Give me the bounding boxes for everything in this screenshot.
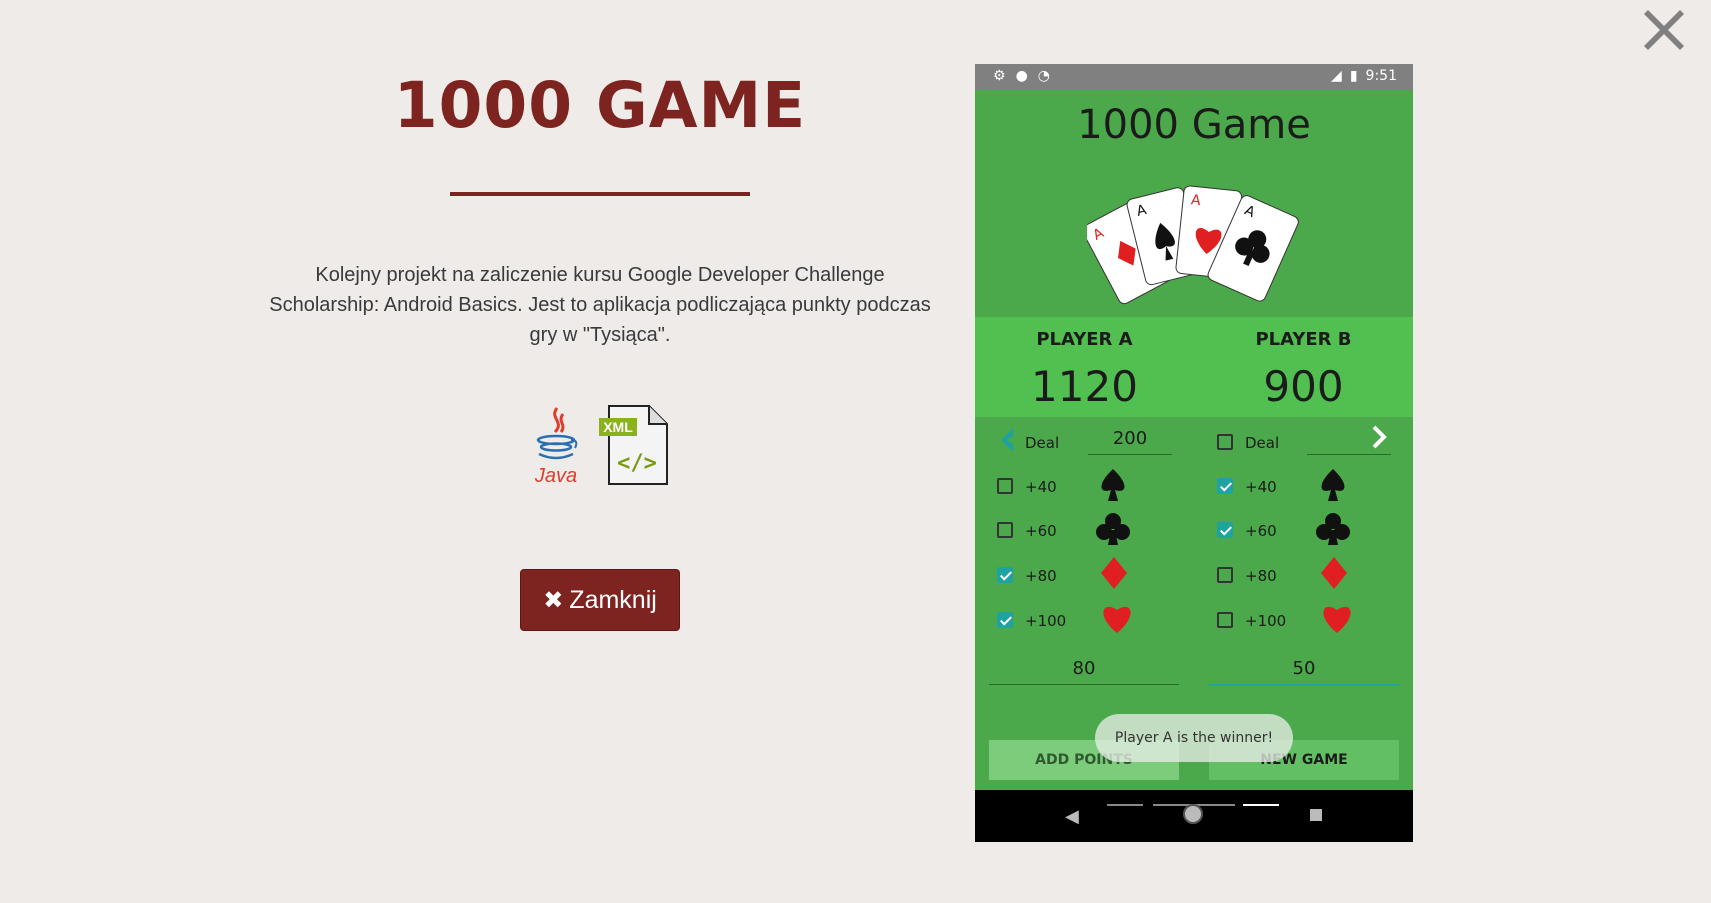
xml-label: XML <box>603 419 633 435</box>
player-a-bonus-100-checkbox[interactable] <box>997 612 1013 628</box>
player-a-points-input[interactable]: 80 <box>989 658 1179 685</box>
player-b-deal-label: Deal <box>1245 434 1280 452</box>
page-title: 1000 GAME <box>393 69 807 142</box>
project-description: Kolejny projekt na zaliczenie kursu Goog… <box>269 264 931 346</box>
app-title: 1000 Game <box>1077 102 1311 148</box>
player-b-bonus-80-checkbox[interactable] <box>1217 567 1233 583</box>
player-b-bonus-80-label: +80 <box>1245 567 1277 585</box>
close-icon[interactable] <box>1640 6 1688 54</box>
gear-icon: ⚙ <box>993 68 1006 84</box>
player-a-deal-input[interactable]: 200 <box>1088 428 1172 455</box>
chevron-right-icon[interactable] <box>1371 424 1387 454</box>
page-indicator-dash <box>1107 804 1143 806</box>
player-b-bonus-100-checkbox[interactable] <box>1217 612 1233 628</box>
wifi-icon: ◔ <box>1037 68 1050 84</box>
close-icon: ✖ <box>543 586 564 614</box>
player-b-panel: PLAYER B 900 <box>1194 329 1413 411</box>
playing-cards-icon: A A A A <box>1082 170 1303 314</box>
winner-toast: Player A is the winner! <box>1095 714 1293 762</box>
back-icon[interactable]: ◀ <box>1065 806 1079 827</box>
player-a-bonus-40-checkbox[interactable] <box>997 478 1013 494</box>
player-b-bonus-40-label: +40 <box>1245 478 1277 496</box>
spade-icon <box>1097 468 1129 506</box>
app-screenshot: ⚙ ● ◔ ◢ ▮ 9:51 1000 Game A A A A PLAYER … <box>975 64 1413 842</box>
heart-icon <box>1100 600 1134 638</box>
project-description-panel: 1000 GAME Kolejny projekt na zaliczenie … <box>260 60 940 631</box>
player-a-name: PLAYER A <box>1036 329 1133 350</box>
player-b-name: PLAYER B <box>1255 329 1352 350</box>
player-b-bonus-60-checkbox[interactable] <box>1217 522 1233 538</box>
signal-icon: ◢ <box>1331 68 1342 84</box>
diamond-icon <box>1100 556 1128 594</box>
score-band: PLAYER A 1120 PLAYER B 900 <box>975 317 1413 417</box>
player-b-bonus-100-label: +100 <box>1245 612 1287 630</box>
recents-icon[interactable] <box>1310 809 1322 821</box>
player-a-bonus-40-label: +40 <box>1025 478 1057 496</box>
player-a-bonus-60-label: +60 <box>1025 522 1057 540</box>
player-b-score: 900 <box>1263 362 1344 411</box>
diamond-icon <box>1320 556 1348 594</box>
player-a-bonus-80-checkbox[interactable] <box>997 567 1013 583</box>
player-a-panel: PLAYER A 1120 <box>975 329 1194 411</box>
chevron-left-icon[interactable] <box>997 426 1019 458</box>
android-nav-bar: ◀ <box>975 790 1413 842</box>
close-modal-label: Zamknij <box>569 585 657 614</box>
home-icon[interactable] <box>1183 804 1203 824</box>
spade-icon <box>1317 468 1349 506</box>
player-a-score: 1120 <box>1031 362 1138 411</box>
java-label: Java <box>534 465 577 486</box>
player-b-bonus-60-label: +60 <box>1245 522 1277 540</box>
heart-icon <box>1320 600 1354 638</box>
player-a-bonus-60-checkbox[interactable] <box>997 522 1013 538</box>
status-bar: ⚙ ● ◔ ◢ ▮ 9:51 <box>975 64 1413 90</box>
player-b-points-input[interactable]: 50 <box>1209 658 1399 686</box>
tech-icons: Java XML </> <box>260 404 940 491</box>
player-b-deal-checkbox[interactable] <box>1217 434 1233 450</box>
circle-icon: ● <box>1015 68 1028 84</box>
title-divider <box>450 192 750 196</box>
club-icon <box>1316 512 1350 550</box>
player-a-bonus-100-label: +100 <box>1025 612 1067 630</box>
svg-text:</>: </> <box>617 451 657 476</box>
player-b-bonus-40-checkbox[interactable] <box>1217 478 1233 494</box>
xml-file-icon: XML </> <box>597 404 669 491</box>
page-indicator-dash <box>1243 804 1279 806</box>
status-time: 9:51 <box>1365 68 1397 84</box>
player-a-bonus-80-label: +80 <box>1025 567 1057 585</box>
player-a-deal-label: Deal <box>1025 434 1060 452</box>
close-modal-button[interactable]: ✖ Zamknij <box>520 569 680 631</box>
java-icon: Java <box>531 404 581 491</box>
battery-icon: ▮ <box>1349 68 1358 84</box>
club-icon <box>1096 512 1130 550</box>
